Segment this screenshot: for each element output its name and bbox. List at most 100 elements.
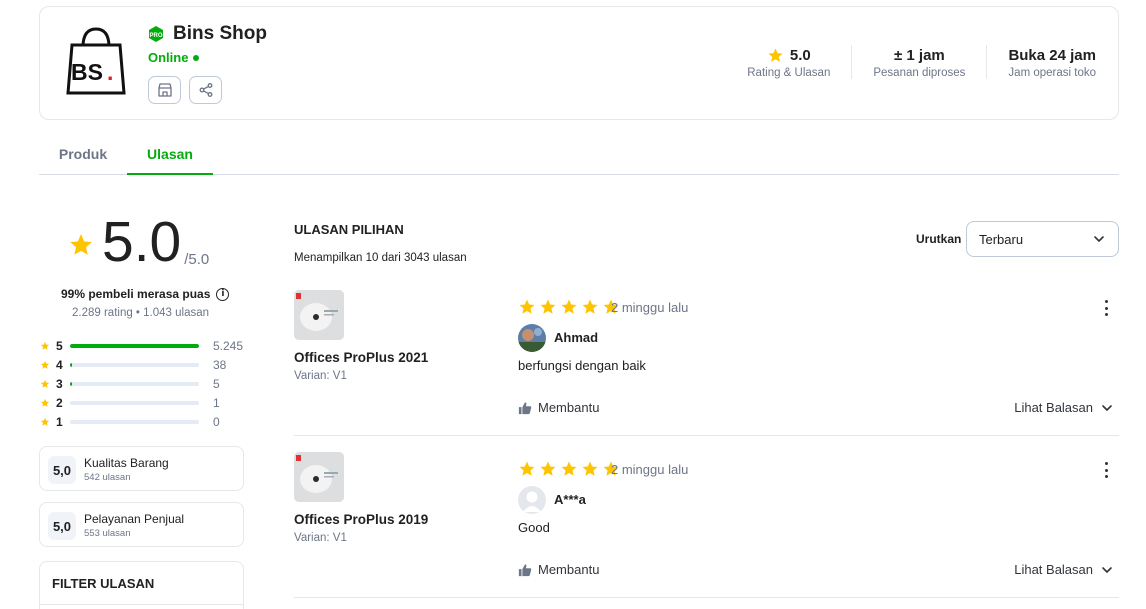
- reviewer-name: Ahmad: [554, 330, 599, 345]
- filter-panel: FILTER ULASAN: [39, 561, 244, 609]
- star-icon: [768, 47, 783, 62]
- star-level: 5: [56, 338, 63, 353]
- shop-info-button[interactable]: [148, 76, 181, 104]
- svg-text:PRO: PRO: [149, 33, 162, 39]
- rating-distribution-row[interactable]: 35: [40, 374, 245, 393]
- helpful-button[interactable]: Membantu: [518, 400, 599, 415]
- online-status: Online: [148, 50, 200, 65]
- shop-tabs: Produk Ulasan: [39, 134, 1119, 175]
- review-stars: [518, 298, 620, 316]
- quality-card-service: 5,0 Pelayanan Penjual 553 ulasan: [39, 502, 244, 547]
- sort-value: Terbaru: [979, 231, 1024, 247]
- star-count: 5: [213, 376, 220, 391]
- product-name[interactable]: Offices ProPlus 2021: [294, 350, 428, 365]
- shop-header-card: BS . PRO Bins Shop Online 5.0 Rating & U…: [39, 6, 1119, 120]
- rating-bar-fill: [70, 381, 72, 386]
- product-name[interactable]: Offices ProPlus 2019: [294, 512, 428, 527]
- rating-bar: [70, 381, 199, 386]
- product-image[interactable]: [294, 452, 344, 502]
- star-icon: [40, 398, 50, 407]
- rating-distribution: 5 5.245 4 38 3 5 2 1 1 0: [40, 336, 245, 431]
- divider: [294, 597, 1119, 598]
- rating-distribution-row[interactable]: 21: [40, 393, 245, 412]
- star-count: 1: [213, 395, 220, 410]
- review-text: berfungsi dengan baik: [518, 358, 646, 373]
- rating-bar-fill: [70, 362, 72, 367]
- avatar: [518, 324, 546, 352]
- star-icon: [540, 461, 556, 476]
- product-variant: Varian: V1: [294, 532, 347, 544]
- review-text: Good: [518, 520, 550, 535]
- product-variant: Varian: V1: [294, 370, 347, 382]
- tab-produk[interactable]: Produk: [39, 134, 127, 174]
- quality-title: Pelayanan Penjual: [84, 512, 185, 526]
- star-icon: [70, 234, 92, 255]
- view-replies-button[interactable]: Lihat Balasan: [1014, 562, 1113, 577]
- product-image[interactable]: [294, 290, 344, 340]
- shop-stats: 5.0 Rating & Ulasan ± 1 jam Pesanan dipr…: [726, 45, 1096, 79]
- thumbs-up-icon: [518, 563, 532, 576]
- avatar: [518, 486, 546, 514]
- rating-bar: [70, 362, 199, 367]
- rating-counts: 2.289 rating • 1.043 ulasan: [72, 307, 210, 319]
- svg-text:BS: BS: [71, 59, 103, 85]
- more-options-icon[interactable]: [1099, 298, 1113, 318]
- stat-open-hours: Buka 24 jam Jam operasi toko: [986, 45, 1096, 79]
- divider: [40, 604, 243, 605]
- chevron-down-icon: [1094, 236, 1104, 242]
- tab-ulasan[interactable]: Ulasan: [127, 134, 213, 175]
- overall-rating-value: 5.0: [102, 210, 182, 274]
- online-dot-icon: [193, 54, 200, 61]
- quality-score: 5,0: [48, 456, 76, 484]
- shop-name: Bins Shop: [173, 23, 267, 44]
- star-level: 2: [56, 395, 63, 410]
- store-icon: [157, 83, 172, 97]
- star-count: 38: [213, 357, 227, 372]
- quality-card-product: 5,0 Kualitas Barang 542 ulasan: [39, 446, 244, 491]
- review-item: Offices ProPlus 2019 Varian: V1 2 minggu l…: [294, 452, 1119, 609]
- overall-rating-max: /5.0: [184, 251, 210, 268]
- rating-bar-fill: [70, 343, 199, 348]
- star-icon: [40, 417, 50, 426]
- rating-distribution-row[interactable]: 4 38: [40, 355, 245, 374]
- star-level: 4: [56, 357, 63, 372]
- star-icon: [519, 299, 535, 314]
- rating-distribution-row[interactable]: 10: [40, 412, 245, 431]
- review-item: Offices ProPlus 2021 Varian: V1 2 minggu l…: [294, 290, 1119, 452]
- star-level: 1: [56, 414, 63, 429]
- star-level: 3: [56, 376, 63, 391]
- reviews-heading: ULASAN PILIHAN: [294, 222, 404, 237]
- svg-text:.: .: [107, 59, 113, 85]
- star-icon: [582, 299, 598, 314]
- star-icon: [582, 461, 598, 476]
- satisfaction-text: 99% pembeli merasa puas i: [61, 287, 230, 301]
- star-icon: [540, 299, 556, 314]
- quality-title: Kualitas Barang: [84, 456, 169, 470]
- helpful-button[interactable]: Membantu: [518, 562, 599, 577]
- more-options-icon[interactable]: [1099, 460, 1113, 480]
- rating-bar: [70, 400, 199, 405]
- reviews-count: Menampilkan 10 dari 3043 ulasan: [294, 252, 467, 264]
- info-icon[interactable]: i: [216, 287, 230, 301]
- star-icon: [561, 299, 577, 314]
- review-time: 2 minggu lalu: [611, 462, 689, 477]
- rating-bar: [70, 419, 199, 424]
- quality-sub: 542 ulasan: [84, 472, 131, 483]
- pro-badge-icon: PRO: [149, 26, 163, 42]
- share-icon: [199, 83, 212, 97]
- review-stars: [518, 460, 620, 478]
- rating-distribution-row[interactable]: 5 5.245: [40, 336, 245, 355]
- star-icon: [40, 360, 50, 369]
- divider: [294, 435, 1119, 436]
- star-icon: [561, 461, 577, 476]
- rating-bar: [70, 343, 199, 348]
- star-icon: [40, 379, 50, 388]
- stat-rating: 5.0 Rating & Ulasan: [747, 46, 831, 80]
- star-icon: [519, 461, 535, 476]
- share-button[interactable]: [189, 76, 222, 104]
- star-count: 0: [213, 414, 220, 429]
- view-replies-button[interactable]: Lihat Balasan: [1014, 400, 1113, 415]
- sort-dropdown[interactable]: Terbaru: [966, 221, 1119, 257]
- quality-sub: 553 ulasan: [84, 528, 131, 539]
- stat-process-time: ± 1 jam Pesanan diproses: [851, 45, 986, 79]
